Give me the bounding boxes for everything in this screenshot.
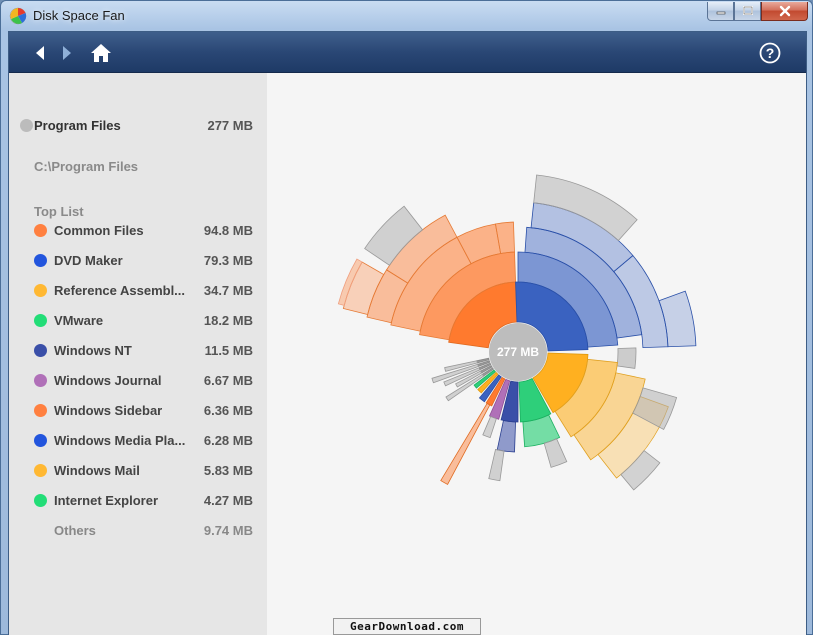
home-icon (91, 44, 111, 62)
segment-windows-nt-gray[interactable] (488, 448, 505, 482)
item-color-dot (34, 374, 47, 387)
top-list-item[interactable]: Windows Sidebar 6.36 MB (9, 400, 267, 422)
back-button[interactable] (29, 42, 51, 64)
item-color-dot (34, 314, 47, 327)
item-color-dot (34, 464, 47, 477)
item-name: Windows Journal (54, 373, 162, 388)
others-label: Others (54, 523, 96, 538)
item-name: Reference Assembl... (54, 283, 186, 298)
item-color-dot (34, 344, 47, 357)
top-list-item[interactable]: Reference Assembl... 34.7 MB (9, 280, 267, 302)
arrow-left-icon (36, 46, 44, 60)
segment-journal-gray[interactable] (482, 415, 497, 439)
minimize-icon (716, 11, 725, 15)
maximize-icon (742, 6, 753, 15)
title-bar[interactable]: Disk Space Fan (1, 1, 812, 31)
sunburst-canvas: 277 MB (337, 174, 697, 491)
top-list-item[interactable]: Windows Mail 5.83 MB (9, 460, 267, 482)
item-name: Windows Mail (54, 463, 140, 478)
item-name: Windows Sidebar (54, 403, 163, 418)
close-button[interactable] (761, 2, 808, 21)
item-name: VMware (54, 313, 104, 328)
sidebar: Program Files 277 MB C:\Program Files To… (9, 73, 267, 635)
item-size: 6.36 MB (203, 403, 253, 418)
item-name: Common Files (54, 223, 144, 238)
disk-usage-sunburst[interactable]: 277 MB (267, 73, 806, 635)
folder-path: C:\Program Files (34, 159, 139, 174)
help-icon: ? (759, 42, 781, 64)
help-label: ? (766, 45, 775, 61)
item-color-dot (34, 254, 47, 267)
folder-color-dot (20, 119, 33, 132)
item-color-dot (34, 434, 47, 447)
item-name: Windows Media Pla... (54, 433, 186, 448)
top-list-item[interactable]: VMware 18.2 MB (9, 310, 267, 332)
help-button[interactable]: ? (759, 42, 781, 64)
app-logo-icon (9, 7, 27, 25)
navigation-toolbar: ? (9, 32, 806, 73)
item-color-dot (34, 404, 47, 417)
item-size: 4.27 MB (203, 493, 253, 508)
item-name: Windows NT (54, 343, 132, 358)
app-window: Disk Space Fan ? Program Files 277 MB C:… (0, 0, 813, 635)
segment-other-l2[interactable] (445, 373, 485, 402)
center-size-label: 277 MB (497, 345, 539, 359)
current-folder-size: 277 MB (207, 118, 253, 133)
segment-windows-nt-l2[interactable] (496, 419, 516, 453)
home-button[interactable] (89, 41, 113, 65)
top-list-item[interactable]: Internet Explorer 4.27 MB (9, 490, 267, 512)
top-list-item[interactable]: Windows NT 11.5 MB (9, 340, 267, 362)
top-list-item[interactable]: Windows Journal 6.67 MB (9, 370, 267, 392)
top-list-item[interactable]: Windows Media Pla... 6.28 MB (9, 430, 267, 452)
item-size: 18.2 MB (203, 313, 253, 328)
maximize-button[interactable] (734, 2, 761, 21)
item-size: 5.83 MB (203, 463, 253, 478)
window-title: Disk Space Fan (33, 8, 125, 23)
item-color-dot (34, 494, 47, 507)
item-color-dot (34, 224, 47, 237)
watermark: GearDownload.com (333, 618, 481, 635)
current-folder-name: Program Files (34, 118, 121, 133)
top-list-item[interactable]: DVD Maker 79.3 MB (9, 250, 267, 272)
main-client: ? Program Files 277 MB C:\Program Files … (8, 31, 807, 635)
item-size: 11.5 MB (204, 343, 253, 358)
close-icon (779, 5, 790, 17)
top-list-heading: Top List (34, 204, 84, 219)
current-folder-row[interactable]: Program Files 277 MB (9, 115, 267, 137)
item-name: DVD Maker (54, 253, 123, 268)
minimize-button[interactable] (707, 2, 734, 21)
others-size: 9.74 MB (203, 523, 253, 538)
arrow-right-icon (63, 46, 71, 60)
top-list-item[interactable]: Common Files 94.8 MB (9, 220, 267, 242)
segment-windows-sidebar-l2[interactable] (440, 402, 491, 485)
item-color-dot (34, 284, 47, 297)
item-size: 6.28 MB (203, 433, 253, 448)
others-row[interactable]: Others 9.74 MB (9, 520, 267, 542)
item-size: 79.3 MB (203, 253, 253, 268)
item-name: Internet Explorer (54, 493, 159, 508)
forward-button[interactable] (56, 42, 78, 64)
item-size: 6.67 MB (203, 373, 253, 388)
segment-dvd-gray-2[interactable] (616, 347, 637, 369)
item-size: 94.8 MB (203, 223, 253, 238)
item-size: 34.7 MB (203, 283, 253, 298)
segment-vmware-gray[interactable] (543, 438, 568, 468)
